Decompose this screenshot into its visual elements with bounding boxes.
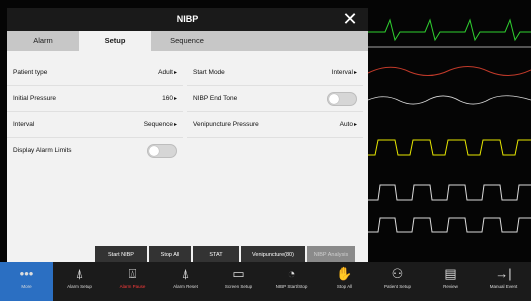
screen-setup-label: Screen Setup (224, 284, 253, 289)
more-icon: ••• (19, 266, 34, 281)
start-mode-label: Start Mode (193, 69, 225, 76)
toggle-knob (149, 146, 159, 156)
end-tone-toggle[interactable] (327, 92, 357, 106)
venipuncture-pressure-row[interactable]: Venipuncture Pressure Auto (187, 112, 363, 138)
manual-event-label: Manual Event (489, 284, 518, 289)
alarm-setup-label: Alarm Setup (67, 284, 92, 289)
tab-alarm[interactable]: Alarm (7, 31, 79, 51)
patient-type-row[interactable]: Patient type Adult (7, 60, 183, 86)
nibp-analysis-button: NIBP Analysis (307, 246, 355, 262)
stat-button[interactable]: STAT (193, 246, 239, 262)
venipuncture-pressure-label: Venipuncture Pressure (193, 121, 259, 128)
more-button[interactable]: ••• More (0, 262, 53, 301)
alarm-setup-icon: ⍋ (75, 266, 84, 281)
interval-label: Interval (13, 121, 35, 128)
interval-row[interactable]: Interval Sequence (7, 112, 183, 138)
screen-setup-button[interactable]: ▭ Screen Setup (212, 262, 265, 301)
patient-setup-label: Patient Setup (383, 284, 412, 289)
dialog-header: NIBP ✕ (7, 8, 368, 31)
venipuncture-pressure-value[interactable]: Auto (340, 112, 357, 138)
close-icon[interactable]: ✕ (340, 9, 360, 29)
tab-setup[interactable]: Setup (79, 31, 151, 51)
nibp-icon: ◔ (287, 266, 296, 281)
start-mode-value[interactable]: Interval (332, 60, 357, 86)
ecg-wave (368, 18, 531, 42)
initial-pressure-label: Initial Pressure (13, 95, 56, 102)
patient-setup-icon: ⚇ (391, 266, 404, 281)
initial-pressure-row[interactable]: Initial Pressure 160 (7, 86, 183, 112)
alarm-reset-icon: ⍋ (181, 266, 190, 281)
art-wave (368, 139, 531, 156)
alarm-reset-label: Alarm Reset (173, 284, 198, 289)
patient-setup-button[interactable]: ⚇ Patient Setup (371, 262, 424, 301)
manual-event-button[interactable]: →| Manual Event (477, 262, 530, 301)
display-alarm-limits-label: Display Alarm Limits (13, 147, 72, 154)
more-label: More (21, 284, 32, 289)
action-buttons: Start NIBP Stop All STAT Venipuncture(80… (95, 246, 355, 262)
review-icon: ▤ (444, 266, 457, 281)
patient-type-value[interactable]: Adult (158, 60, 177, 86)
nibp-start-stop-label: NIBP Start/Stop (275, 284, 308, 289)
alarm-pause-icon: ⍍ (128, 266, 137, 281)
end-tone-row: NIBP End Tone (187, 86, 363, 112)
end-tone-label: NIBP End Tone (193, 95, 238, 102)
tab-bar: Alarm Setup Sequence (7, 31, 368, 51)
nibp-start-stop-button[interactable]: ◔ NIBP Start/Stop (265, 262, 318, 301)
dialog-title: NIBP (176, 14, 199, 24)
stop-all-toolbar-button[interactable]: ✋ Stop All (318, 262, 371, 301)
venipuncture-button[interactable]: Venipuncture(80) (241, 246, 305, 262)
alarm-pause-label: Alarm Pause (119, 284, 146, 289)
bottom-toolbar: ••• More ⍋ Alarm Setup ⍍ Alarm Pause ⍋ A… (0, 262, 531, 301)
resp-wave (367, 66, 531, 76)
patient-type-label: Patient type (13, 69, 48, 76)
start-mode-row[interactable]: Start Mode Interval (187, 60, 363, 86)
alarm-reset-button[interactable]: ⍋ Alarm Reset (159, 262, 212, 301)
art-wave-3 (368, 217, 531, 233)
review-button[interactable]: ▤ Review (424, 262, 477, 301)
start-nibp-button[interactable]: Start NIBP (95, 246, 147, 262)
pleth-wave (367, 95, 531, 105)
stop-all-label: Stop All (336, 284, 353, 289)
tab-sequence[interactable]: Sequence (151, 31, 223, 51)
art-wave-2 (368, 184, 531, 201)
nibp-dialog: NIBP ✕ Alarm Setup Sequence Patient type… (7, 8, 368, 262)
toggle-knob (329, 94, 339, 104)
alarm-setup-button[interactable]: ⍋ Alarm Setup (53, 262, 106, 301)
initial-pressure-value[interactable]: 160 (162, 86, 177, 112)
settings-left-column: Patient type Adult Initial Pressure 160 … (7, 60, 183, 164)
interval-value[interactable]: Sequence (144, 112, 177, 138)
stop-all-icon: ✋ (336, 266, 353, 281)
stop-all-button[interactable]: Stop All (149, 246, 191, 262)
alarm-pause-button[interactable]: ⍍ Alarm Pause (106, 262, 159, 301)
review-label: Review (443, 284, 458, 289)
manual-event-icon: →| (495, 266, 512, 281)
display-alarm-limits-toggle[interactable] (147, 144, 177, 158)
screen-setup-icon: ▭ (232, 266, 245, 281)
display-alarm-limits-row: Display Alarm Limits (7, 138, 183, 164)
settings-right-column: Start Mode Interval NIBP End Tone Venipu… (187, 60, 363, 138)
